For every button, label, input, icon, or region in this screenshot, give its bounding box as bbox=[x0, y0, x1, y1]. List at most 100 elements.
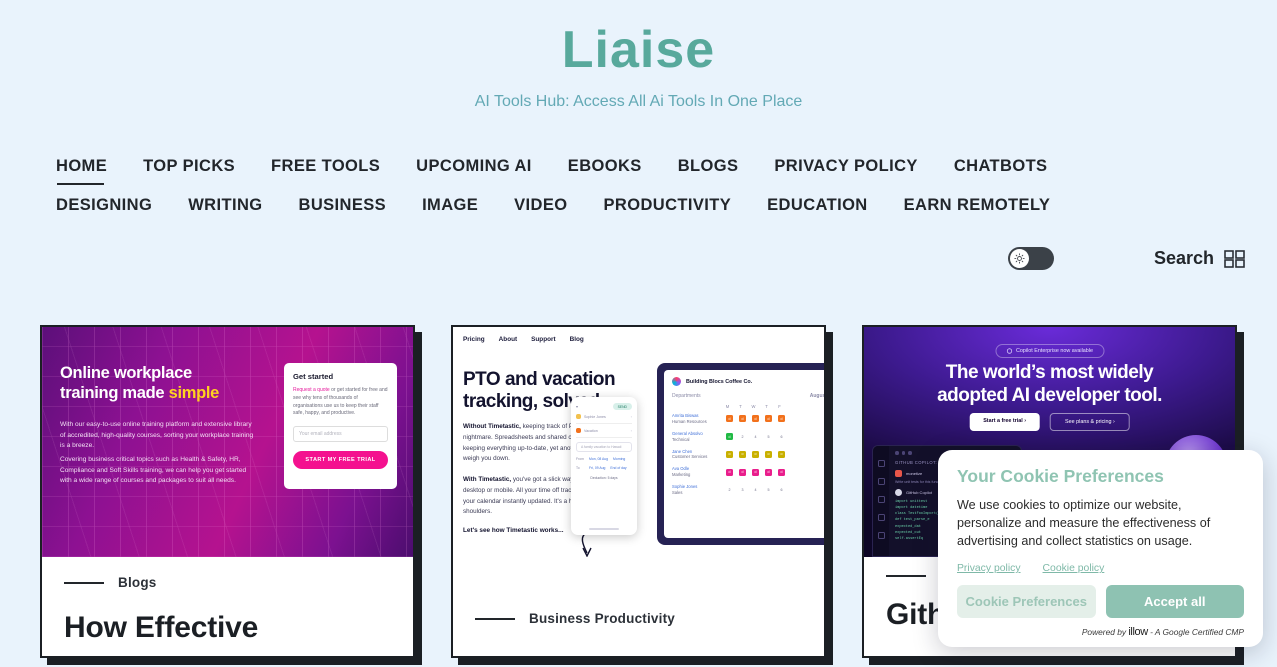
phone-deduction: Deduction: 5 days bbox=[590, 476, 618, 480]
powered-by-prefix: Powered by bbox=[1081, 627, 1127, 638]
controls-row: Search bbox=[0, 247, 1277, 271]
calendar-cell: 6 bbox=[780, 487, 783, 492]
row-dot-icon bbox=[576, 414, 581, 419]
panel-title: Get started bbox=[293, 372, 334, 381]
thumb-cta-text: Let's see how Timetastic works... bbox=[463, 527, 564, 534]
copilot-avatar bbox=[895, 488, 902, 496]
calendar-cell: d bbox=[778, 415, 785, 423]
thumb-heading-line1: The world’s most widely bbox=[945, 362, 1154, 383]
dow-w: W bbox=[751, 404, 756, 409]
card-business-productivity[interactable]: Pricing About Support Blog PTO and vacat… bbox=[451, 325, 826, 658]
main-navigation: HOME TOP PICKS FREE TOOLS UPCOMING AI EB… bbox=[0, 157, 1277, 219]
category-dash bbox=[886, 575, 926, 577]
cookie-preferences-dialog: Your Cookie Preferences We use cookies t… bbox=[938, 450, 1263, 648]
rail-icon-explorer bbox=[877, 460, 885, 467]
panel-email-input: Your email address bbox=[293, 426, 388, 442]
calendar-person: General Absolvo Technical bbox=[672, 431, 720, 443]
calendar-cell: d bbox=[726, 468, 733, 476]
search-label: Search bbox=[1153, 248, 1214, 269]
cookie-preferences-button[interactable]: Cookie Preferences bbox=[957, 585, 1096, 619]
to-time: End of day bbox=[610, 466, 627, 470]
thumb-tablet-mockup: Building Blocs Coffee Co. Departments Au… bbox=[657, 363, 824, 545]
nav-item-upcoming-ai[interactable]: UPCOMING AI bbox=[416, 157, 532, 180]
nav-item-home[interactable]: HOME bbox=[56, 157, 107, 186]
from-label: From bbox=[576, 457, 584, 461]
nav-item-free-tools[interactable]: FREE TOOLS bbox=[271, 157, 380, 180]
nav-item-business[interactable]: BUSINESS bbox=[299, 196, 387, 219]
calendar-cell: 5 bbox=[767, 487, 770, 492]
calendar-row: Sophie Jones Sales 2 3 4 5 6 bbox=[672, 484, 824, 496]
calendar-cell: 2 bbox=[741, 434, 744, 439]
nav-item-designing[interactable]: DESIGNING bbox=[56, 196, 152, 219]
nav-item-education[interactable]: EDUCATION bbox=[767, 196, 867, 219]
calendar-cell: o bbox=[739, 450, 746, 458]
calendar-cell: d bbox=[765, 415, 772, 423]
calendar-cell: 4 bbox=[754, 487, 757, 492]
app-subheader: Departments August bbox=[664, 393, 824, 404]
from-time: Morning bbox=[613, 457, 626, 461]
ide-sidebar-rail bbox=[873, 446, 889, 556]
calendar-cell: d bbox=[739, 468, 746, 476]
card-body: Blogs How Effective bbox=[42, 557, 413, 655]
nav-item-blogs[interactable]: BLOGS bbox=[678, 157, 739, 180]
calendar-cell: d bbox=[752, 468, 759, 476]
card-body: Business Productivity bbox=[453, 557, 824, 656]
calendar-cell: d bbox=[765, 468, 772, 476]
sun-icon bbox=[1014, 253, 1025, 264]
nav-item-productivity[interactable]: PRODUCTIVITY bbox=[604, 196, 732, 219]
person-role: Marketing bbox=[672, 472, 691, 478]
accept-all-button[interactable]: Accept all bbox=[1105, 585, 1244, 619]
dot-red bbox=[895, 451, 899, 455]
thumb-heading: The world’s most widely adopted AI devel… bbox=[886, 361, 1213, 407]
grid-four-squares-icon[interactable] bbox=[1224, 249, 1245, 268]
calendar-cell: d bbox=[752, 415, 759, 423]
nav-row-primary: HOME TOP PICKS FREE TOOLS UPCOMING AI EB… bbox=[56, 157, 1221, 186]
category-dash bbox=[475, 617, 515, 620]
calendar-day-headers: M T W T F bbox=[672, 404, 824, 409]
thumb-nav-pricing: Pricing bbox=[463, 336, 485, 343]
nav-item-video[interactable]: VIDEO bbox=[514, 196, 567, 219]
nav-item-privacy-policy[interactable]: PRIVACY POLICY bbox=[774, 157, 917, 180]
thumbnail-timetastic-site: Pricing About Support Blog PTO and vacat… bbox=[453, 327, 824, 557]
category-label: Blogs bbox=[118, 575, 157, 590]
person-role: Customer Services bbox=[672, 454, 708, 460]
calendar-row: General Absolvo Technical d 2 4 5 6 bbox=[672, 431, 824, 443]
nav-item-writing[interactable]: WRITING bbox=[188, 196, 262, 219]
thumb-paragraph-2: Covering business critical topics such a… bbox=[60, 456, 247, 485]
calendar-cell: d bbox=[726, 415, 733, 423]
to-date: Fri, 09 Aug bbox=[589, 466, 606, 470]
phone-back-icon: ▾ bbox=[576, 404, 579, 409]
cookie-dialog-body: We use cookies to optimize our website, … bbox=[957, 498, 1211, 549]
nav-item-earn-remotely[interactable]: EARN REMOTELY bbox=[904, 196, 1051, 219]
calendar-person: Ava Odle Marketing bbox=[672, 466, 720, 478]
person-role: Human Resources bbox=[672, 418, 707, 424]
card-thumbnail: Online workplace training made simple Wi… bbox=[42, 327, 413, 557]
search-button[interactable]: Search bbox=[1154, 248, 1245, 269]
phone-note-field: A family vacation to Hawaii bbox=[576, 442, 632, 452]
card-blogs[interactable]: Online workplace training made simple Wi… bbox=[40, 325, 415, 658]
category-dash bbox=[64, 581, 104, 584]
thumb-heading-line2: adopted AI developer tool. bbox=[937, 385, 1162, 407]
theme-toggle[interactable] bbox=[1007, 247, 1054, 271]
phone-to-row: To Fri, 09 Aug End of day bbox=[576, 466, 632, 470]
phone-top-bar: ▾ SEND bbox=[576, 403, 632, 410]
powered-by-suffix: - A Google Certified CMP bbox=[1150, 627, 1244, 638]
nav-item-ebooks[interactable]: EBOOKS bbox=[568, 157, 642, 180]
thumb-heading: Online workplace training made simple bbox=[60, 363, 265, 403]
thumb-pricing-button: See plans & pricing › bbox=[1050, 413, 1130, 431]
nav-item-top-picks[interactable]: TOP PICKS bbox=[143, 157, 235, 180]
user-avatar bbox=[895, 469, 902, 477]
privacy-policy-link[interactable]: Privacy policy bbox=[957, 563, 1021, 574]
card-category: Business Productivity bbox=[475, 611, 802, 626]
cookie-policy-link[interactable]: Cookie policy bbox=[1043, 563, 1105, 574]
paragraph-2-bold: With Timetastic, bbox=[463, 476, 512, 483]
calendar-person: Sophie Jones Sales bbox=[672, 484, 720, 496]
thumb-paragraph-1: With our easy-to-use online training pla… bbox=[60, 421, 254, 450]
message-copilot-name: GitHub Copilot bbox=[906, 489, 933, 495]
paragraph-1-bold: Without Timetastic, bbox=[463, 423, 521, 430]
thumb-trial-button: Start a free trial › bbox=[969, 413, 1041, 431]
thumb-nav-support: Support bbox=[531, 336, 556, 343]
nav-item-chatbots[interactable]: CHATBOTS bbox=[954, 157, 1048, 180]
phone-home-indicator bbox=[589, 528, 619, 530]
nav-item-image[interactable]: IMAGE bbox=[422, 196, 478, 219]
